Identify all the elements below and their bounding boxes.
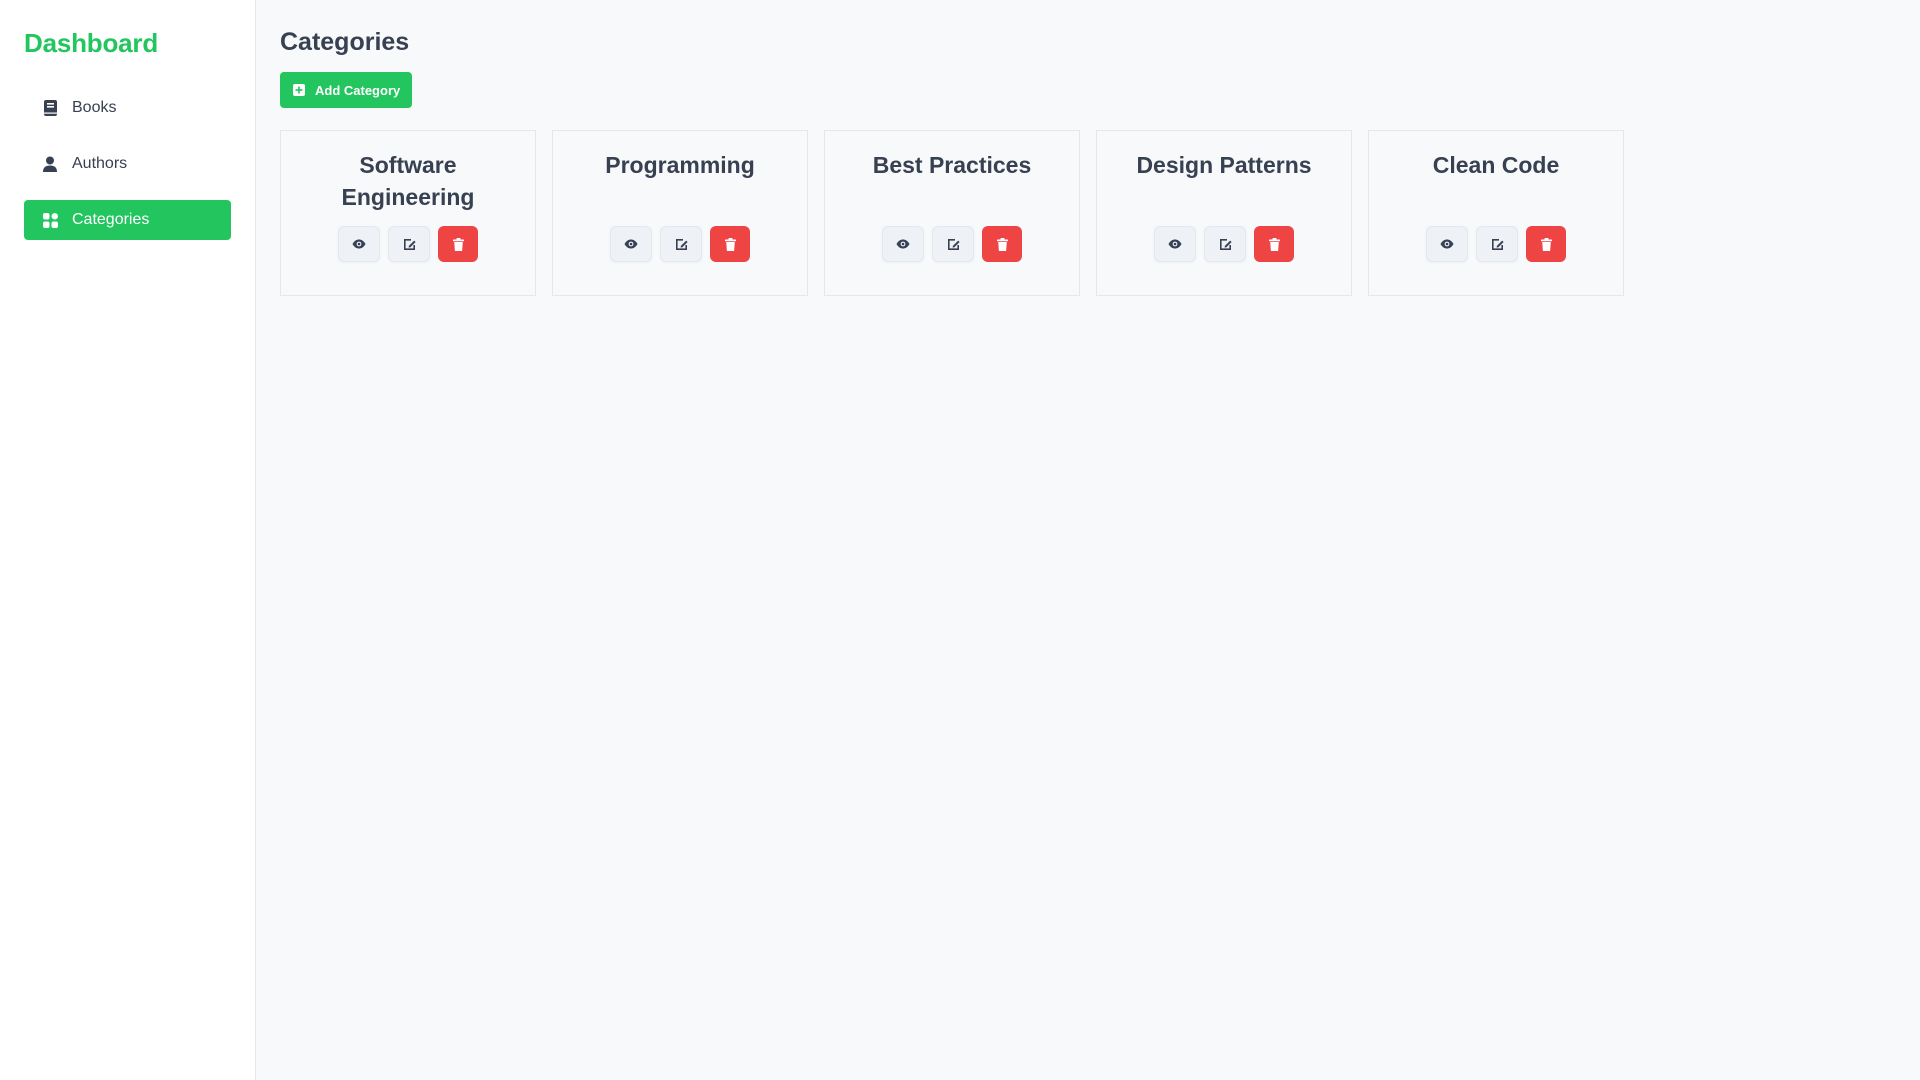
main-content: Categories Add Category Software Enginee… <box>256 0 1920 1080</box>
brand-title[interactable]: Dashboard <box>24 26 231 60</box>
plus-square-icon <box>293 84 305 96</box>
category-card: Programming <box>552 130 808 296</box>
trash-icon <box>996 237 1008 251</box>
category-card: Software Engineering <box>280 130 536 296</box>
edit-button[interactable] <box>1476 226 1518 262</box>
card-actions <box>553 226 807 262</box>
trash-icon <box>1540 237 1552 251</box>
grid-icon <box>42 212 58 228</box>
category-list: Software Engineering Programming Best Pr… <box>280 130 1896 296</box>
view-button[interactable] <box>882 226 924 262</box>
view-button[interactable] <box>610 226 652 262</box>
card-actions <box>1097 226 1351 262</box>
delete-button[interactable] <box>1254 226 1294 262</box>
edit-button[interactable] <box>388 226 430 262</box>
category-name: Design Patterns <box>1136 152 1312 178</box>
delete-button[interactable] <box>1526 226 1566 262</box>
category-name: Best Practices <box>872 152 1032 178</box>
edit-icon <box>403 238 416 250</box>
eye-icon <box>1440 239 1454 249</box>
category-name: Software Engineering <box>341 152 475 210</box>
edit-icon <box>947 238 960 250</box>
sidebar: Dashboard Books Authors Categories <box>0 0 256 1080</box>
trash-icon <box>452 237 464 251</box>
sidebar-item-label: Categories <box>72 211 150 228</box>
sidebar-item-authors[interactable]: Authors <box>24 144 231 184</box>
card-actions <box>825 226 1079 262</box>
eye-icon <box>1168 239 1182 249</box>
category-name: Programming <box>605 152 755 178</box>
add-category-label: Add Category <box>315 82 401 98</box>
edit-button[interactable] <box>660 226 702 262</box>
edit-button[interactable] <box>932 226 974 262</box>
page-title: Categories <box>280 28 410 56</box>
sidebar-item-books[interactable]: Books <box>24 88 231 128</box>
eye-icon <box>896 239 910 249</box>
eye-icon <box>624 239 638 249</box>
view-button[interactable] <box>1154 226 1196 262</box>
delete-button[interactable] <box>982 226 1022 262</box>
category-card: Best Practices <box>824 130 1080 296</box>
edit-icon <box>1219 238 1232 250</box>
sidebar-item-label: Books <box>72 99 117 116</box>
view-button[interactable] <box>338 226 380 262</box>
edit-button[interactable] <box>1204 226 1246 262</box>
edit-icon <box>1491 238 1504 250</box>
delete-button[interactable] <box>710 226 750 262</box>
eye-icon <box>352 239 366 249</box>
card-actions <box>281 226 535 262</box>
user-icon <box>42 156 58 172</box>
trash-icon <box>724 237 736 251</box>
delete-button[interactable] <box>438 226 478 262</box>
sidebar-item-categories[interactable]: Categories <box>24 200 231 240</box>
view-button[interactable] <box>1426 226 1468 262</box>
sidebar-item-label: Authors <box>72 155 128 172</box>
card-actions <box>1369 226 1623 262</box>
edit-icon <box>675 238 688 250</box>
book-icon <box>42 100 58 116</box>
sidebar-nav: Books Authors Categories <box>24 88 231 240</box>
category-card: Design Patterns <box>1096 130 1352 296</box>
category-name: Clean Code <box>1432 152 1560 178</box>
trash-icon <box>1268 237 1280 251</box>
category-card: Clean Code <box>1368 130 1624 296</box>
add-category-button[interactable]: Add Category <box>280 72 413 108</box>
